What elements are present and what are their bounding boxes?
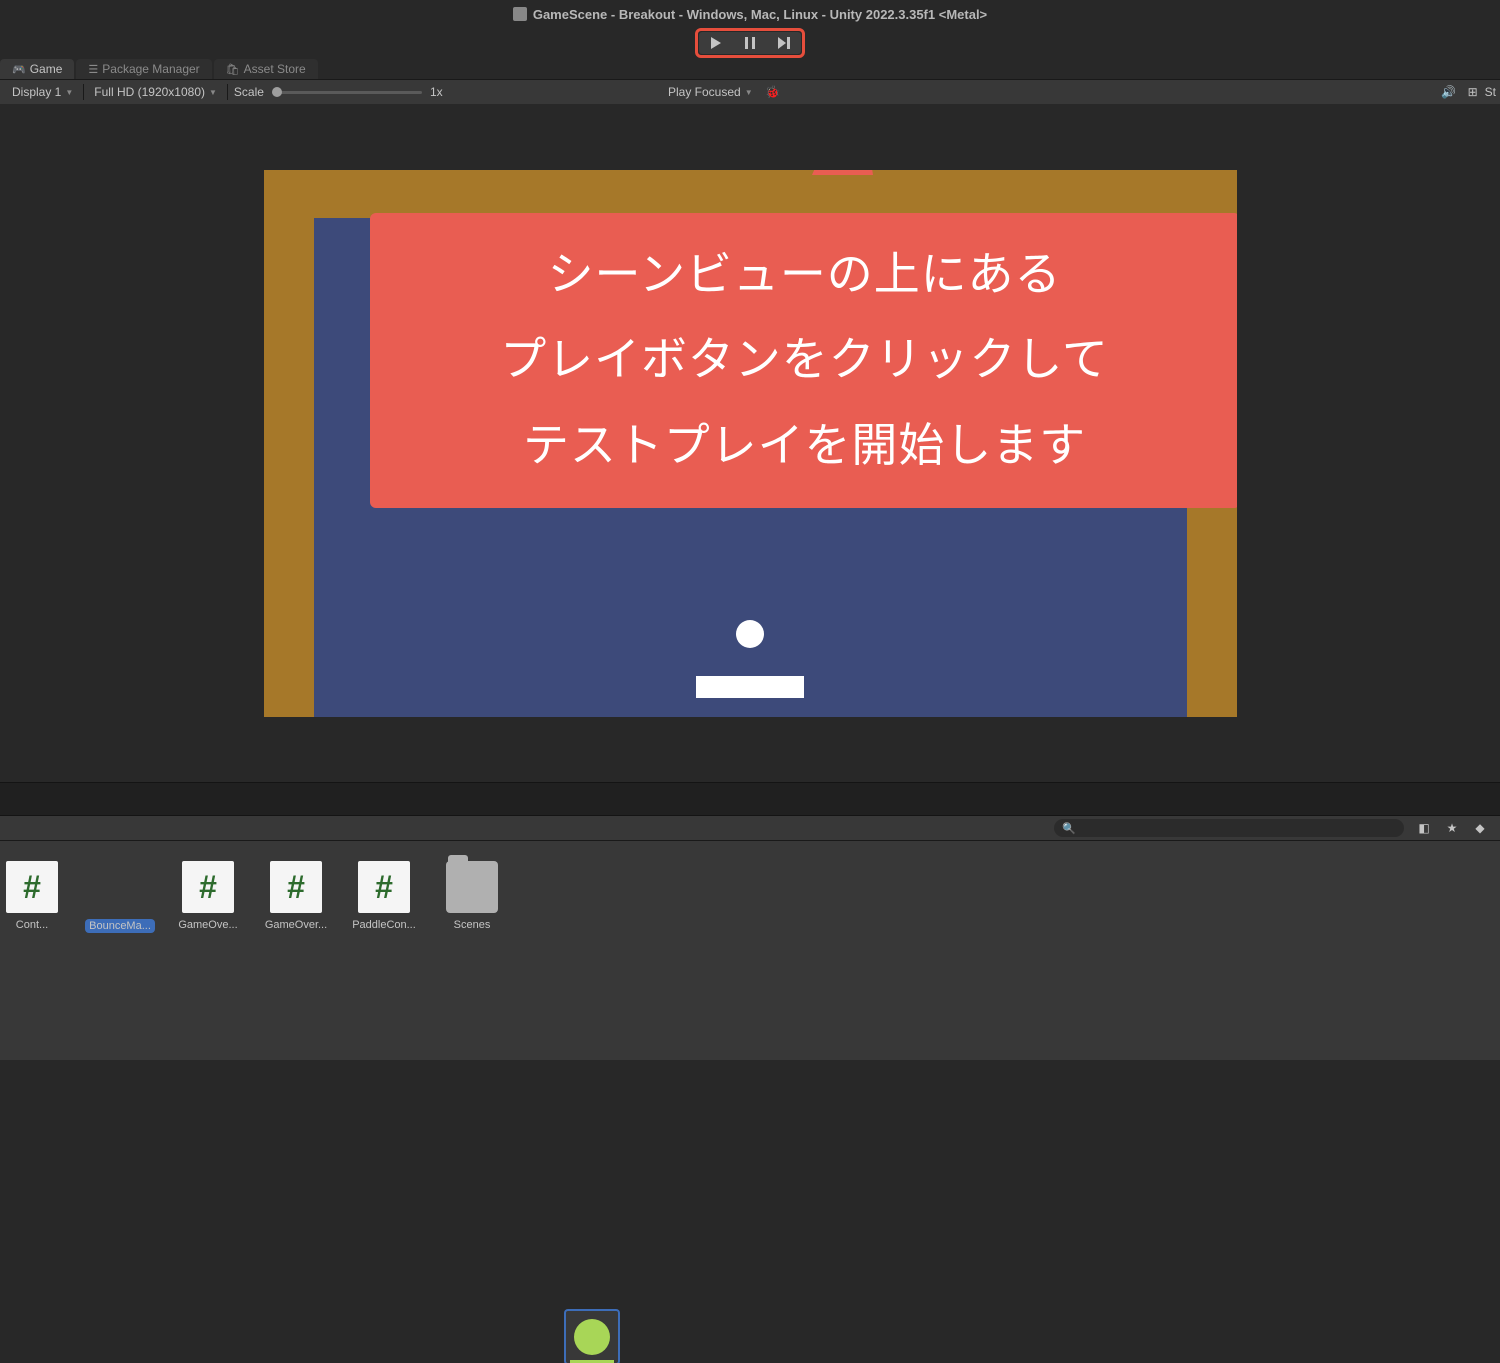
search-icon: 🔍 xyxy=(1062,822,1076,835)
slider-handle[interactable] xyxy=(272,87,282,97)
tab-game[interactable]: 🎮 Game xyxy=(0,59,74,79)
grid-icon[interactable]: ⊞ xyxy=(1461,82,1485,102)
folder-icon xyxy=(446,861,498,913)
wall-top xyxy=(264,170,1237,218)
bug-icon[interactable]: 🐞 xyxy=(761,82,785,102)
physics-material-icon xyxy=(566,1311,618,1363)
game-paddle xyxy=(696,676,804,698)
play-focused-dropdown[interactable]: Play Focused ▼ xyxy=(660,83,761,101)
divider xyxy=(83,84,84,100)
asset-label: Scenes xyxy=(454,919,491,931)
asset-item[interactable]: # GameOver... xyxy=(264,861,328,931)
display-dropdown[interactable]: Display 1 ▼ xyxy=(4,83,81,101)
game-canvas: シーンビューの上にある プレイボタンをクリックして テストプレイを開始します xyxy=(264,170,1237,717)
play-controls-annotation xyxy=(695,28,805,58)
window-title: GameScene - Breakout - Windows, Mac, Lin… xyxy=(533,7,987,22)
scale-label: Scale xyxy=(234,85,264,99)
asset-label: Cont... xyxy=(16,919,48,931)
asset-item[interactable]: # GameOve... xyxy=(176,861,240,931)
game-ball xyxy=(736,620,764,648)
asset-item-folder[interactable]: Scenes xyxy=(440,861,504,931)
asset-label: BounceMa... xyxy=(85,919,155,933)
project-toolbar: 🔍 ◧ ★ ◆ xyxy=(0,816,1500,840)
project-search[interactable]: 🔍 xyxy=(1054,819,1404,837)
asset-item[interactable]: # Cont... xyxy=(0,861,64,931)
project-toolbar-icons: ◧ ★ ◆ xyxy=(1412,818,1492,838)
mute-icon[interactable]: 🔊 xyxy=(1437,82,1461,102)
script-icon: # xyxy=(270,861,322,913)
play-button[interactable] xyxy=(699,32,733,54)
callout-arrow xyxy=(812,170,873,175)
tab-label: Package Manager xyxy=(102,62,199,76)
annotation-callout: シーンビューの上にある プレイボタンをクリックして テストプレイを開始します xyxy=(370,213,1237,508)
title-bar: GameScene - Breakout - Windows, Mac, Lin… xyxy=(0,0,1500,28)
asset-label: GameOve... xyxy=(178,919,237,931)
callout-line1: シーンビューの上にある xyxy=(548,232,1062,317)
package-icon: ☰ xyxy=(88,63,98,76)
asset-label: GameOver... xyxy=(265,919,327,931)
project-assets: # Cont... BounceMa... # GameOve... # Gam… xyxy=(0,840,1500,1060)
script-icon: # xyxy=(6,861,58,913)
tab-label: Game xyxy=(30,62,63,76)
play-controls-row xyxy=(0,28,1500,58)
tab-label: Asset Store xyxy=(244,62,306,76)
script-icon: # xyxy=(182,861,234,913)
step-button[interactable] xyxy=(767,32,801,54)
scale-slider[interactable] xyxy=(272,91,422,94)
hidden-icon[interactable]: ◧ xyxy=(1412,818,1436,838)
asset-label: PaddleCon... xyxy=(352,919,416,931)
chevron-down-icon: ▼ xyxy=(209,88,217,97)
stats-label[interactable]: St xyxy=(1485,85,1496,99)
tab-row: 🎮 Game ☰ Package Manager 🛍 Asset Store xyxy=(0,58,1500,80)
tab-asset-store[interactable]: 🛍 Asset Store xyxy=(214,59,318,79)
filter-icon[interactable]: ◆ xyxy=(1468,818,1492,838)
game-tab-icon: 🎮 xyxy=(12,63,26,76)
panel-divider[interactable] xyxy=(0,782,1500,816)
script-icon: # xyxy=(358,861,410,913)
favorite-icon[interactable]: ★ xyxy=(1440,818,1464,838)
pause-button[interactable] xyxy=(733,32,767,54)
divider xyxy=(227,84,228,100)
asset-item[interactable]: BounceMa... xyxy=(88,861,152,933)
game-view: シーンビューの上にある プレイボタンをクリックして テストプレイを開始します xyxy=(0,104,1500,782)
game-toolbar: Display 1 ▼ Full HD (1920x1080) ▼ Scale … xyxy=(0,80,1500,104)
wall-left xyxy=(264,170,314,717)
callout-line3: テストプレイを開始します xyxy=(523,403,1086,488)
chevron-down-icon: ▼ xyxy=(745,88,753,97)
resolution-dropdown[interactable]: Full HD (1920x1080) ▼ xyxy=(86,83,225,101)
search-input[interactable] xyxy=(1080,822,1396,834)
unity-logo-icon xyxy=(513,7,527,21)
tab-package-manager[interactable]: ☰ Package Manager xyxy=(76,59,211,79)
chevron-down-icon: ▼ xyxy=(65,88,73,97)
scale-value: 1x xyxy=(430,85,443,99)
asset-item[interactable]: # PaddleCon... xyxy=(352,861,416,931)
callout-line2: プレイボタンをクリックして xyxy=(500,317,1109,402)
store-icon: 🛍 xyxy=(226,63,240,76)
